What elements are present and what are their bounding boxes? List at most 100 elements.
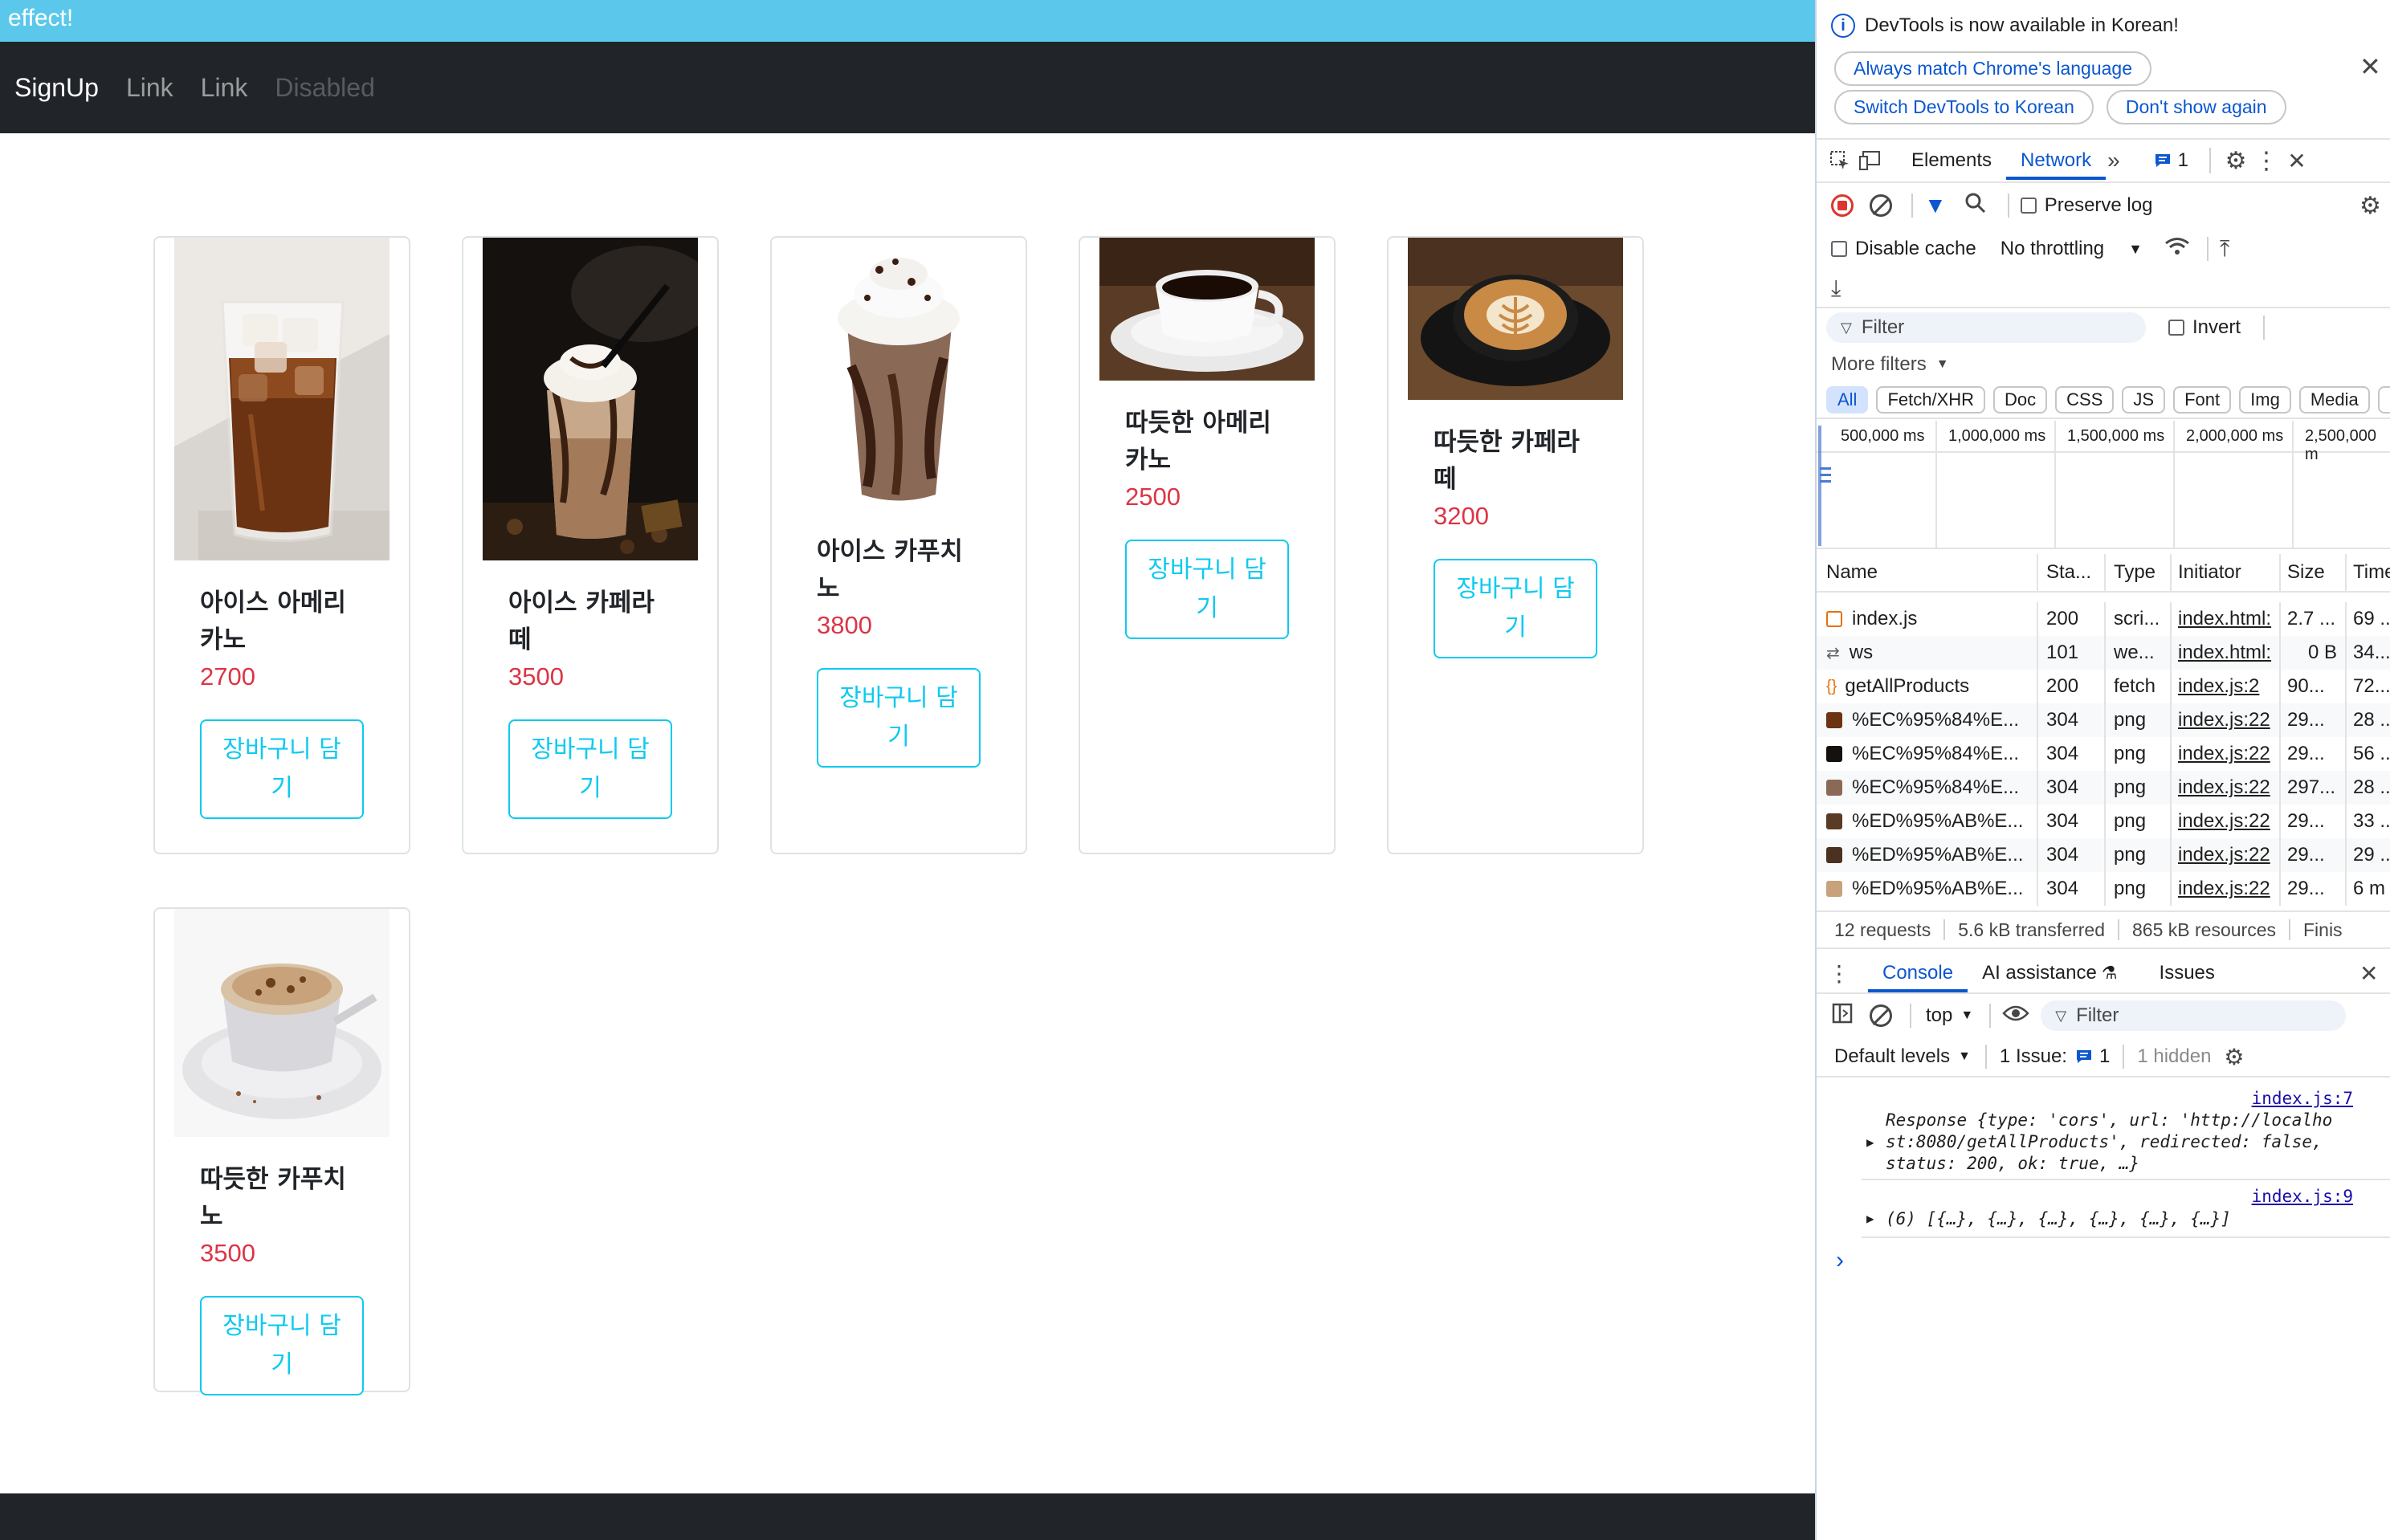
product-card: 아이스 카푸치노 3800 장바구니 담기 [770, 236, 1027, 854]
log-levels-select[interactable]: Default levels [1834, 1045, 1950, 1068]
filter-chip-doc[interactable]: Doc [1993, 386, 2048, 414]
drawer-tab-ai-assistance[interactable]: AI assistance [1968, 962, 2102, 984]
nav-link-1[interactable]: Link [126, 73, 173, 103]
dont-show-again-button[interactable]: Don't show again [2106, 89, 2286, 124]
filter-chip-font[interactable]: Font [2173, 386, 2232, 414]
product-card: 따듯한 카페라떼 3200 장바구니 담기 [1387, 236, 1644, 854]
log-levels-dropdown-icon[interactable]: ▼ [1958, 1049, 1971, 1064]
export-har-icon[interactable]: ⤓ [1831, 275, 1841, 302]
invert-checkbox[interactable] [2168, 320, 2184, 336]
filter-chip-fetch-xhr[interactable]: Fetch/XHR [1876, 386, 1986, 414]
column-header-initiator[interactable]: Initiator [2172, 554, 2281, 591]
image-thumbnail-icon [1826, 813, 1842, 829]
more-tabs-icon[interactable]: » [2107, 148, 2120, 173]
close-devtools-icon[interactable]: ✕ [2282, 145, 2312, 176]
close-drawer-icon[interactable]: ✕ [2359, 960, 2378, 987]
console-filter-input[interactable]: ▽ Filter [2041, 1000, 2347, 1031]
filter-chip-css[interactable]: CSS [2055, 386, 2115, 414]
table-row[interactable]: index.js 200 scri... index.html: 2.7 ...… [1817, 602, 2390, 636]
filter-funnel-icon[interactable]: ▼ [1924, 193, 1947, 218]
expand-triangle-icon[interactable]: ▶ [1866, 1211, 1874, 1226]
inspect-element-icon[interactable] [1825, 145, 1855, 176]
table-row[interactable]: %ED%95%AB%E... 304 png index.js:22 29...… [1817, 838, 2390, 872]
table-row[interactable]: %ED%95%AB%E... 304 png index.js:22 29...… [1817, 805, 2390, 838]
console-prompt-line[interactable]: › [1817, 1238, 2390, 1283]
more-options-icon[interactable]: ⋮ [2251, 145, 2282, 176]
live-expression-eye-icon[interactable] [2002, 1004, 2029, 1029]
search-icon[interactable] [1964, 192, 1987, 220]
issues-messages-icon[interactable]: 1 [2075, 1045, 2110, 1068]
messages-icon[interactable]: 1 [2154, 149, 2188, 172]
import-har-icon[interactable]: ⤒ [2220, 236, 2229, 263]
table-row[interactable]: %ED%95%AB%E... 304 png index.js:22 29...… [1817, 872, 2390, 906]
column-header-time[interactable]: Time [2347, 554, 2390, 591]
column-header-size[interactable]: Size [2281, 554, 2347, 591]
sidebar-toggle-icon[interactable] [1831, 1002, 1854, 1030]
product-price: 2500 [1125, 483, 1181, 511]
table-row[interactable]: {} getAllProducts 200 fetch index.js:2 90… [1817, 670, 2390, 703]
network-settings-gear-icon[interactable]: ⚙ [2359, 192, 2381, 220]
table-row[interactable]: %EC%95%84%E... 304 png index.js:22 29...… [1817, 703, 2390, 737]
network-request-table: Name Sta... Type Initiator Size Time ind… [1817, 554, 2390, 906]
console-output: index.js:7 Response {type: 'cors', url: … [1817, 1086, 2390, 1283]
flask-icon: ⚗ [2101, 963, 2118, 983]
throttling-select[interactable]: No throttling [2001, 238, 2104, 260]
console-settings-gear-icon[interactable]: ⚙ [2224, 1044, 2244, 1070]
more-filters-dropdown[interactable]: More filters [1831, 353, 1927, 376]
more-filters-chevron-icon[interactable]: ▼ [1936, 357, 1949, 372]
timeline-overview[interactable]: 500,000 ms 1,000,000 ms 1,500,000 ms 2,0… [1817, 421, 2390, 549]
nav-brand-signup[interactable]: SignUp [14, 73, 99, 103]
network-conditions-icon[interactable] [2164, 236, 2191, 263]
add-to-cart-button[interactable]: 장바구니 담기 [200, 1296, 364, 1395]
expand-triangle-icon[interactable]: ▶ [1866, 1131, 1874, 1153]
settings-gear-icon[interactable]: ⚙ [2221, 145, 2251, 176]
add-to-cart-button[interactable]: 장바구니 담기 [200, 719, 364, 819]
console-source-link[interactable]: index.js:9 [2252, 1187, 2353, 1206]
filter-chip-img[interactable]: Img [2239, 386, 2291, 414]
tab-network[interactable]: Network [2006, 149, 2107, 180]
table-row[interactable]: ⇄ws 101 we... index.html: 0 B 34.... [1817, 636, 2390, 670]
column-header-name[interactable]: Name [1817, 554, 2038, 591]
preserve-log-checkbox[interactable] [2020, 198, 2037, 214]
throttling-dropdown-icon[interactable]: ▼ [2128, 241, 2143, 258]
console-message[interactable]: index.js:9 ▶ (6) [{…}, {…}, {…}, {…}, {…… [1862, 1180, 2390, 1238]
switch-to-korean-button[interactable]: Switch DevTools to Korean [1834, 89, 2094, 124]
context-dropdown-icon[interactable]: ▼ [1960, 1008, 1973, 1023]
clear-icon[interactable] [1870, 194, 1892, 217]
filter-chip-js[interactable]: JS [2122, 386, 2166, 414]
drawer-tab-console[interactable]: Console [1868, 962, 1968, 992]
clear-console-icon[interactable] [1870, 1004, 1892, 1027]
drawer-tab-issues[interactable]: Issues [2145, 962, 2229, 984]
context-select[interactable]: top [1926, 1004, 1952, 1027]
column-header-type[interactable]: Type [2106, 554, 2172, 591]
filter-input[interactable]: ▽ Filter [1826, 312, 2146, 343]
filter-funnel-small-icon: ▽ [1841, 319, 1852, 336]
add-to-cart-button[interactable]: 장바구니 담기 [1125, 540, 1289, 639]
add-to-cart-button[interactable]: 장바구니 담기 [508, 719, 672, 819]
filter-chip-all[interactable]: All [1826, 386, 1869, 414]
product-name: 따듯한 카페라떼 [1434, 428, 1580, 494]
console-message[interactable]: index.js:7 Response {type: 'cors', url: … [1862, 1086, 2390, 1180]
console-source-link[interactable]: index.js:7 [2252, 1089, 2353, 1108]
filter-chip-more[interactable]: M [2377, 386, 2390, 414]
image-thumbnail-icon [1826, 746, 1842, 762]
add-to-cart-button[interactable]: 장바구니 담기 [1434, 559, 1597, 658]
device-toolbar-icon[interactable] [1855, 145, 1886, 176]
image-thumbnail-icon [1826, 881, 1842, 897]
add-to-cart-button[interactable]: 장바구니 담기 [817, 668, 981, 768]
record-stop-icon[interactable] [1831, 194, 1854, 217]
issues-label[interactable]: 1 Issue: [2000, 1045, 2067, 1068]
nav-link-2[interactable]: Link [201, 73, 248, 103]
notice-text: DevTools is now available in Korean! [1865, 14, 2179, 36]
always-match-language-button[interactable]: Always match Chrome's language [1834, 51, 2151, 86]
column-header-status[interactable]: Sta... [2038, 554, 2106, 591]
table-row[interactable]: %EC%95%84%E... 304 png index.js:22 297..… [1817, 771, 2390, 805]
devtools-tabbar: Elements Network » 1 ⚙ ⋮ ✕ [1817, 138, 2390, 183]
tab-elements[interactable]: Elements [1897, 149, 2006, 172]
table-row[interactable]: %EC%95%84%E... 304 png index.js:22 29...… [1817, 737, 2390, 771]
drawer-menu-icon[interactable]: ⋮ [1828, 960, 1850, 987]
product-price: 2700 [200, 662, 255, 691]
product-name: 아이스 카푸치노 [817, 537, 963, 603]
disable-cache-checkbox[interactable] [1831, 241, 1847, 257]
filter-chip-media[interactable]: Media [2298, 386, 2370, 414]
